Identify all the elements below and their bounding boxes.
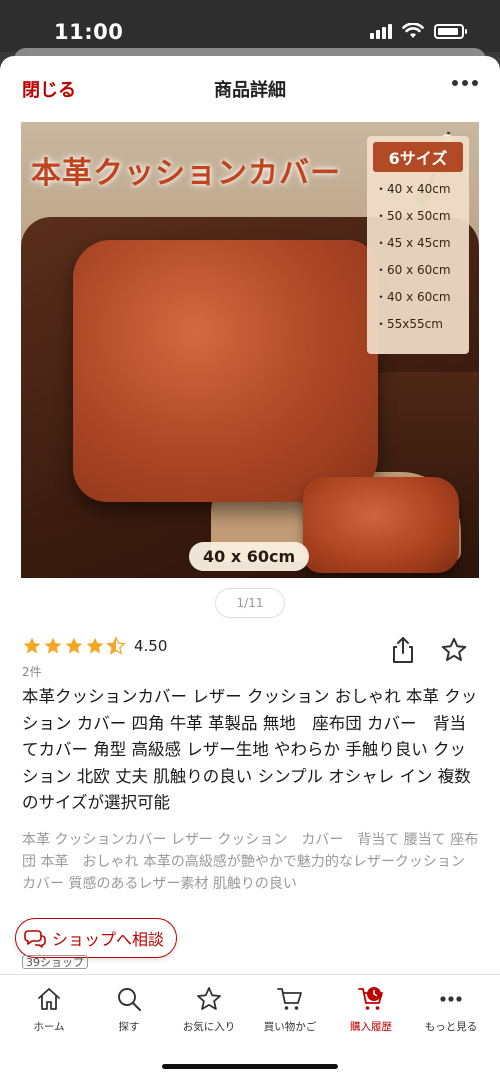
chat-bubble-icon xyxy=(24,930,46,948)
cart-icon xyxy=(277,988,302,1010)
rating-value: 4.50 xyxy=(134,637,168,655)
nav-label-more: もっと見る xyxy=(424,1021,478,1033)
leather-cushion-large xyxy=(73,240,378,502)
review-count[interactable]: 2件 xyxy=(22,663,42,680)
more-dot-icon xyxy=(452,80,458,86)
more-dot-icon xyxy=(462,80,468,86)
product-title: 本革クッションカバー レザー クッション おしゃれ 本革 クッション カバー 四… xyxy=(22,687,478,812)
status-time: 11:00 xyxy=(54,20,124,44)
star-filled-icon xyxy=(23,637,41,654)
wifi-icon xyxy=(402,23,424,38)
star-filled-icon xyxy=(86,637,104,654)
nav-label-search: 探す xyxy=(118,1021,140,1033)
home-indicator xyxy=(162,1064,338,1069)
star-half-icon xyxy=(106,636,126,655)
nav-item-favorites[interactable]: お気に入り xyxy=(169,985,249,1034)
purchase-history-icon xyxy=(358,987,383,1010)
page-title: 商品詳細 xyxy=(214,80,286,101)
nav-item-purchase-history[interactable]: 購入履歴 xyxy=(331,985,411,1034)
nav-item-home[interactable]: ホーム xyxy=(9,985,89,1034)
image-pager: 1/11 xyxy=(215,588,285,618)
star-filled-icon xyxy=(44,637,62,654)
nav-label-cart: 買い物かご xyxy=(263,1021,317,1033)
size-item: ・50 x 50cm xyxy=(375,209,451,223)
nav-label-favorites: お気に入り xyxy=(182,1021,236,1033)
home-icon xyxy=(38,988,60,1010)
share-icon[interactable] xyxy=(390,636,416,664)
consult-shop-button[interactable]: ショップへ相談 xyxy=(15,918,178,958)
image-title-text: 本革クッションカバー xyxy=(31,156,341,191)
nav-item-more[interactable]: もっと見る xyxy=(411,985,491,1034)
product-description[interactable]: 本革 クッションカバー レザー クッション カバー 背当て 腰当て 座布団 本革… xyxy=(22,829,480,917)
star-filled-icon xyxy=(65,637,83,654)
sizes-panel: 6サイズ ・40 x 40cm ・50 x 50cm ・45 x 45cm ・6… xyxy=(367,136,469,354)
cellular-signal-icon xyxy=(370,23,392,39)
rating-row[interactable]: 4.50 xyxy=(22,636,167,656)
leather-cushion-small xyxy=(303,477,459,573)
sizes-heading: 6サイズ xyxy=(373,142,463,172)
status-icons xyxy=(370,23,467,39)
size-item: ・60 x 60cm xyxy=(375,263,451,277)
size-item: ・40 x 40cm xyxy=(375,182,451,196)
nav-item-search[interactable]: 探す xyxy=(89,985,169,1034)
more-icon xyxy=(440,996,462,1002)
size-item: ・45 x 45cm xyxy=(375,236,451,250)
more-dot-icon xyxy=(472,80,478,86)
nav-item-cart[interactable]: 買い物かご xyxy=(250,985,330,1034)
consult-shop-label: ショップへ相談 xyxy=(52,930,165,949)
shop-badge: 39ショップ xyxy=(22,955,88,969)
product-image-carousel[interactable]: 本革クッションカバー 6サイズ ・40 x 40cm ・50 x 50cm ・4… xyxy=(21,122,479,578)
size-item: ・40 x 60cm xyxy=(375,290,451,304)
nav-label-home: ホーム xyxy=(33,1021,65,1033)
star-icon xyxy=(197,987,221,1010)
header: 閉じる 商品詳細 xyxy=(0,56,500,120)
search-icon xyxy=(118,988,141,1011)
product-detail-sheet: 閉じる 商品詳細 本革クッションカバー 6サイズ ・40 x 40cm ・50 … xyxy=(0,56,500,1080)
rating-stars xyxy=(22,636,126,656)
nav-label-purchase-history: 購入履歴 xyxy=(350,1021,392,1033)
battery-icon xyxy=(434,23,467,39)
size-item: ・55x55cm xyxy=(375,317,443,331)
size-tag: 40 x 60cm xyxy=(189,542,310,571)
favorite-star-icon[interactable] xyxy=(440,636,468,664)
status-bar: 11:00 xyxy=(0,0,500,52)
more-options-button[interactable] xyxy=(452,80,478,86)
